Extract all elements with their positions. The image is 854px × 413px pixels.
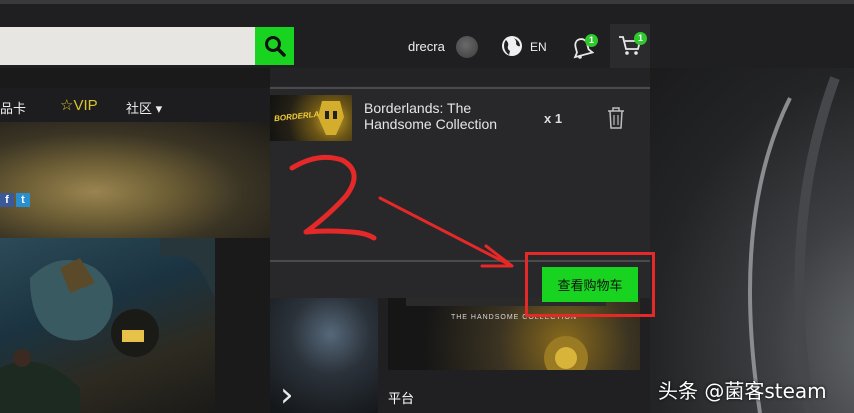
nav-gift-cards[interactable]: 品卡 bbox=[0, 98, 26, 117]
language-selector[interactable]: EN bbox=[530, 40, 547, 54]
nav-vip[interactable]: ☆VIP bbox=[60, 96, 98, 114]
avatar[interactable] bbox=[456, 36, 478, 58]
platform-label: 平台 bbox=[388, 391, 415, 406]
divider bbox=[270, 87, 650, 89]
top-border bbox=[0, 0, 854, 4]
game-artwork[interactable] bbox=[0, 238, 215, 413]
nav-vip-label: VIP bbox=[73, 97, 98, 114]
cart-item-thumbnail[interactable]: BORDERLANDS bbox=[270, 95, 352, 141]
trash-icon[interactable] bbox=[606, 106, 626, 130]
search-input[interactable] bbox=[0, 27, 255, 65]
cart-item-quantity: x 1 bbox=[544, 111, 563, 126]
globe-icon[interactable] bbox=[500, 34, 524, 58]
hero-banner bbox=[0, 122, 270, 238]
facebook-icon[interactable]: f bbox=[0, 193, 14, 207]
username[interactable]: drecra bbox=[408, 39, 445, 54]
slider-next-icon[interactable]: › bbox=[280, 378, 294, 412]
twitter-icon[interactable]: t bbox=[16, 193, 30, 207]
star-icon: ☆ bbox=[60, 97, 74, 114]
background-art-right bbox=[650, 68, 854, 413]
cart-item-title[interactable]: Borderlands: The Handsome Collection bbox=[364, 100, 534, 132]
cart-badge: 1 bbox=[634, 32, 647, 45]
nav-community[interactable]: 社区 ▾ bbox=[126, 98, 162, 117]
search-button[interactable] bbox=[255, 27, 294, 65]
cart-dropdown-header bbox=[270, 68, 650, 86]
annotation-highlight-box bbox=[525, 252, 655, 317]
notification-badge: 1 bbox=[585, 34, 598, 47]
search-icon bbox=[264, 36, 286, 57]
watermark: 头条 @菌客steam bbox=[658, 379, 827, 403]
